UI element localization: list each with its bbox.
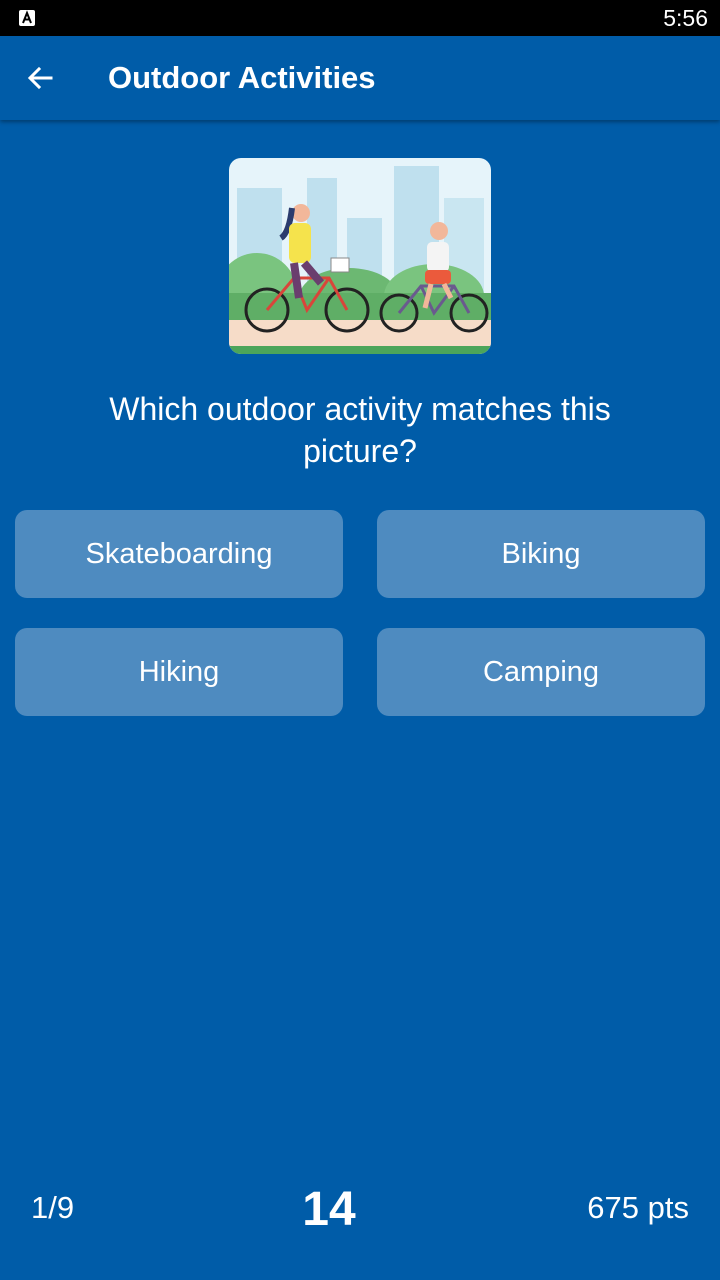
answer-button-biking[interactable]: Biking xyxy=(377,510,705,598)
a-badge-icon xyxy=(19,10,35,26)
countdown-timer: 14 xyxy=(302,1183,356,1236)
page-title: Outdoor Activities xyxy=(108,60,376,95)
app-bar: Outdoor Activities xyxy=(0,36,720,120)
status-clock: 5:56 xyxy=(663,5,708,31)
answer-button-hiking[interactable]: Hiking xyxy=(15,628,343,716)
back-button[interactable] xyxy=(14,52,66,104)
cyclists-illustration xyxy=(229,158,491,354)
score-display: 675 pts xyxy=(587,1190,689,1225)
question-image xyxy=(229,158,491,354)
status-bar: 5:56 xyxy=(0,0,720,36)
arrow-left-icon xyxy=(27,66,53,90)
answer-button-skateboarding[interactable]: Skateboarding xyxy=(15,510,343,598)
answer-button-camping[interactable]: Camping xyxy=(377,628,705,716)
question-text: Which outdoor activity matches this pict… xyxy=(109,391,611,469)
